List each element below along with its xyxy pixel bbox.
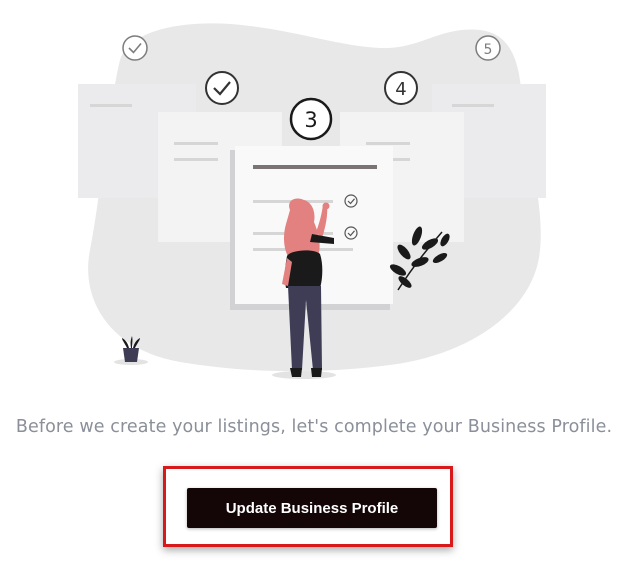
step-card-2-line-b [174,158,218,161]
step-5-indicator: 5 [475,35,501,61]
business-profile-illustration: 3 4 5 [78,23,546,379]
step-card-4-line-a [366,142,410,145]
step-card-2-line-a [174,142,218,145]
step-card-5-line [452,104,494,107]
step-card-1-line [90,104,132,107]
step-4-number: 4 [395,79,406,100]
intro-message: Before we create your listings, let's co… [15,417,613,437]
onboarding-page: 3 4 5 Before we create your listings, le… [0,0,628,568]
step-2-complete-check-icon [205,71,239,105]
step-3-indicator: 3 [289,97,333,141]
step-4-indicator: 4 [384,71,418,105]
main-card-title-line [253,165,377,169]
step-1-complete-check-icon [122,35,148,61]
step-3-number: 3 [304,108,317,132]
update-business-profile-button[interactable]: Update Business Profile [187,488,437,528]
step-5-number: 5 [484,42,493,58]
